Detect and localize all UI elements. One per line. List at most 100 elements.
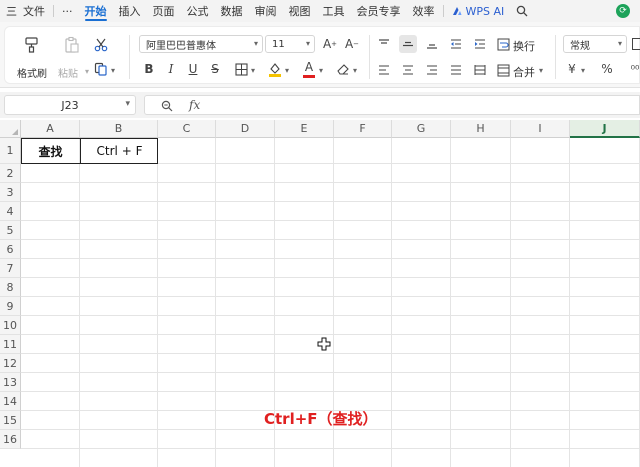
menu-more[interactable]: ···: [56, 0, 79, 22]
increase-font-icon[interactable]: A +: [321, 36, 339, 52]
search-icon[interactable]: [510, 0, 534, 22]
cell-B1[interactable]: Ctrl + F: [81, 138, 158, 164]
row-header-9[interactable]: 9: [0, 297, 21, 316]
align-top-icon[interactable]: [375, 35, 393, 53]
underline-icon[interactable]: U: [185, 61, 201, 77]
clear-format-icon[interactable]: [335, 61, 351, 77]
row-header-11[interactable]: 11: [0, 335, 21, 354]
row-header-15[interactable]: 15: [0, 411, 21, 430]
row-header-2[interactable]: 2: [0, 164, 21, 183]
italic-icon[interactable]: I: [163, 61, 179, 77]
column-header-A[interactable]: A: [21, 120, 80, 138]
currency-dropdown-icon[interactable]: ▾: [579, 64, 587, 76]
column-header-G[interactable]: G: [392, 120, 451, 138]
wrap-text-icon[interactable]: [495, 35, 511, 53]
thousands-separator-icon[interactable]: ⁰⁰: [627, 61, 640, 77]
copy-icon[interactable]: [93, 61, 109, 77]
column-header-B[interactable]: B: [80, 120, 158, 138]
column-header-E[interactable]: E: [275, 120, 334, 138]
gridline-vertical: [450, 138, 451, 467]
borders-icon[interactable]: [233, 61, 249, 77]
row-header-13[interactable]: 13: [0, 373, 21, 392]
clear-format-dropdown-icon[interactable]: ▾: [351, 64, 359, 76]
tab-review[interactable]: 审阅: [249, 0, 283, 22]
hamburger-menu-icon[interactable]: 三: [0, 0, 23, 22]
select-all-corner[interactable]: [0, 120, 21, 138]
row-header-7[interactable]: 7: [0, 259, 21, 278]
font-color-dropdown-icon[interactable]: ▾: [317, 64, 325, 76]
column-header-I[interactable]: I: [511, 120, 570, 138]
menu-file[interactable]: 文件: [23, 0, 51, 22]
zoom-search-icon[interactable]: [161, 98, 173, 115]
wps-ai-icon: [452, 7, 461, 15]
number-format-more-icon[interactable]: [631, 36, 640, 52]
fill-color-dropdown-icon[interactable]: ▾: [283, 64, 291, 76]
strikethrough-icon[interactable]: S: [207, 61, 223, 77]
row-header-14[interactable]: 14: [0, 392, 21, 411]
column-header-J[interactable]: J: [570, 120, 640, 138]
row-header-10[interactable]: 10: [0, 316, 21, 335]
name-box[interactable]: J23 ▾: [4, 95, 136, 115]
tab-home[interactable]: 开始: [79, 0, 113, 22]
align-middle-icon[interactable]: [399, 35, 417, 53]
column-header-F[interactable]: F: [334, 120, 392, 138]
tab-formula[interactable]: 公式: [181, 0, 215, 22]
distributed-icon[interactable]: [471, 61, 489, 79]
paste-label[interactable]: 粘贴: [58, 65, 78, 80]
merge-cells-icon[interactable]: [495, 61, 511, 79]
number-format-select[interactable]: 常规 ▾: [563, 35, 627, 53]
tab-insert[interactable]: 插入: [113, 0, 147, 22]
wrap-text-label[interactable]: 换行: [513, 38, 535, 54]
format-painter-icon[interactable]: [21, 35, 43, 55]
format-painter-label[interactable]: 格式刷: [17, 65, 47, 80]
merge-label[interactable]: 合并: [513, 64, 535, 80]
justify-icon[interactable]: [447, 61, 465, 79]
tab-efficiency[interactable]: 效率: [407, 0, 441, 22]
sync-status-icon[interactable]: ⟳: [616, 4, 630, 18]
tab-data[interactable]: 数据: [215, 0, 249, 22]
align-left-icon[interactable]: [375, 61, 393, 79]
font-size-select[interactable]: 11 ▾: [265, 35, 315, 53]
column-header-D[interactable]: D: [216, 120, 275, 138]
cell-A1[interactable]: 查找: [21, 138, 80, 164]
copy-dropdown-icon[interactable]: ▾: [109, 64, 117, 76]
font-name-select[interactable]: 阿里巴巴普惠体 ▾: [139, 35, 263, 53]
wps-ai-button[interactable]: WPS AI: [446, 0, 511, 22]
tab-member[interactable]: 会员专享: [351, 0, 407, 22]
borders-dropdown-icon[interactable]: ▾: [249, 64, 257, 76]
formula-bar: J23 ▾ fx: [0, 92, 640, 118]
percent-format-icon[interactable]: %: [599, 61, 615, 77]
align-right-icon[interactable]: [423, 61, 441, 79]
paste-icon[interactable]: [61, 35, 83, 55]
tab-page[interactable]: 页面: [147, 0, 181, 22]
increase-indent-icon[interactable]: [471, 35, 489, 53]
column-header-C[interactable]: C: [158, 120, 216, 138]
tab-tools[interactable]: 工具: [317, 0, 351, 22]
merge-dropdown-icon[interactable]: ▾: [537, 64, 545, 76]
row-header-12[interactable]: 12: [0, 354, 21, 373]
align-bottom-icon[interactable]: [423, 35, 441, 53]
row-header-16[interactable]: 16: [0, 430, 21, 449]
fx-icon[interactable]: fx: [189, 98, 200, 112]
menu-separator: [53, 5, 54, 17]
ribbon-panel: 格式刷 粘贴 ▾ ▾ 阿里巴巴普惠体 ▾ 11 ▾ A + A − B I U S: [4, 26, 640, 84]
paste-dropdown-icon[interactable]: ▾: [83, 65, 91, 77]
decrease-font-icon[interactable]: A −: [343, 36, 361, 52]
bold-icon[interactable]: B: [141, 61, 157, 77]
row-header-8[interactable]: 8: [0, 278, 21, 297]
cut-icon[interactable]: [93, 37, 109, 53]
gridline-vertical: [569, 138, 570, 467]
row-header-3[interactable]: 3: [0, 183, 21, 202]
row-header-5[interactable]: 5: [0, 221, 21, 240]
decrease-indent-icon[interactable]: [447, 35, 465, 53]
currency-format-icon[interactable]: ¥: [565, 61, 579, 77]
align-center-icon[interactable]: [399, 61, 417, 79]
row-header-1[interactable]: 1: [0, 138, 21, 164]
formula-input[interactable]: fx: [144, 95, 640, 115]
column-header-H[interactable]: H: [451, 120, 511, 138]
fill-color-icon[interactable]: [267, 61, 283, 77]
tab-view[interactable]: 视图: [283, 0, 317, 22]
row-header-6[interactable]: 6: [0, 240, 21, 259]
row-header-4[interactable]: 4: [0, 202, 21, 221]
font-color-icon[interactable]: A: [301, 60, 317, 78]
